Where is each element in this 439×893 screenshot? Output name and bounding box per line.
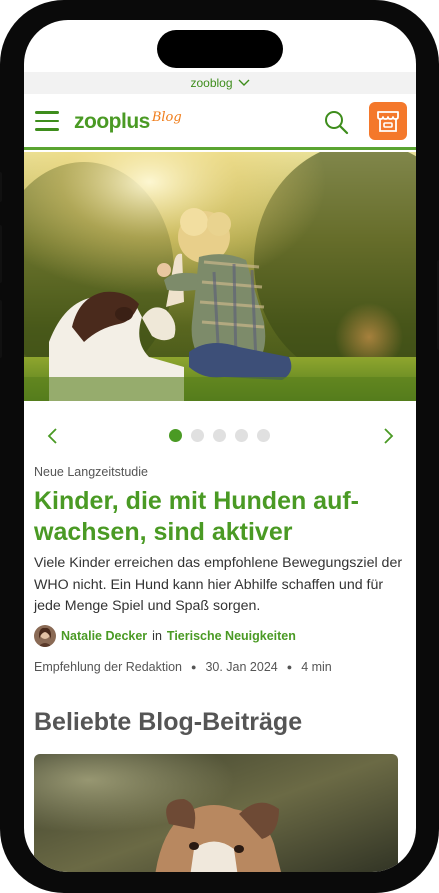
- volume-up-button: [0, 225, 2, 283]
- byline-in: in: [152, 629, 162, 643]
- article-kicker: Neue Langzeitstudie: [34, 465, 148, 479]
- hero-image[interactable]: [24, 152, 416, 401]
- hamburger-menu-icon[interactable]: [35, 111, 59, 133]
- dynamic-island: [157, 30, 283, 68]
- meta-separator: ●: [191, 662, 197, 672]
- logo-subtext: Blog: [151, 109, 182, 125]
- phone-screen: zooblog zooplus Blog Neue Langzeitstudie…: [24, 20, 416, 872]
- popular-post-card-image[interactable]: [34, 754, 398, 872]
- carousel-dot-4[interactable]: [235, 429, 248, 442]
- chevron-right-icon[interactable]: [378, 426, 398, 446]
- meta-read-time: 4 min: [301, 660, 332, 674]
- blog-switcher[interactable]: zooblog: [24, 72, 416, 94]
- carousel-dot-3[interactable]: [213, 429, 226, 442]
- site-header: zooplus Blog: [24, 94, 416, 150]
- zooplus-blog-logo[interactable]: zooplus Blog: [74, 106, 182, 138]
- popular-posts-title: Beliebte Blog-Beiträge: [34, 708, 303, 736]
- meta-date: 30. Jan 2024: [205, 660, 278, 674]
- article-title[interactable]: Kinder, die mit Hunden auf-wachsen, sind…: [34, 486, 406, 548]
- article-byline: Natalie Decker in Tierische Neuigkeiten: [34, 625, 296, 647]
- carousel-dot-5[interactable]: [257, 429, 270, 442]
- article-teaser: Viele Kinder erreichen das empfohlene Be…: [34, 555, 403, 614]
- child-and-dog-photo: [24, 152, 416, 401]
- carousel-dots: [169, 429, 270, 442]
- avatar[interactable]: [34, 625, 56, 647]
- shop-icon[interactable]: [369, 102, 407, 140]
- chevron-left-icon[interactable]: [43, 426, 63, 446]
- blog-switcher-label: zooblog: [190, 76, 233, 90]
- search-icon[interactable]: [323, 109, 349, 135]
- storefront-icon: [377, 111, 399, 132]
- chevron-down-icon: [238, 79, 250, 86]
- logo-text: zooplus: [74, 110, 150, 133]
- category-link[interactable]: Tierische Neuigkeiten: [167, 629, 296, 643]
- meta-label: Empfehlung der Redaktion: [34, 660, 183, 674]
- volume-down-button: [0, 300, 2, 358]
- article-meta: Empfehlung der Redaktion ● 30. Jan 2024 …: [34, 660, 332, 674]
- carousel-controls: [24, 424, 416, 448]
- phone-frame: zooblog zooplus Blog Neue Langzeitstudie…: [0, 0, 439, 893]
- meta-separator: ●: [286, 662, 293, 672]
- carousel-dot-2[interactable]: [191, 429, 204, 442]
- action-button: [0, 172, 2, 202]
- dog-photo: [34, 754, 398, 872]
- carousel-dot-1[interactable]: [169, 429, 182, 442]
- author-link[interactable]: Natalie Decker: [61, 629, 147, 643]
